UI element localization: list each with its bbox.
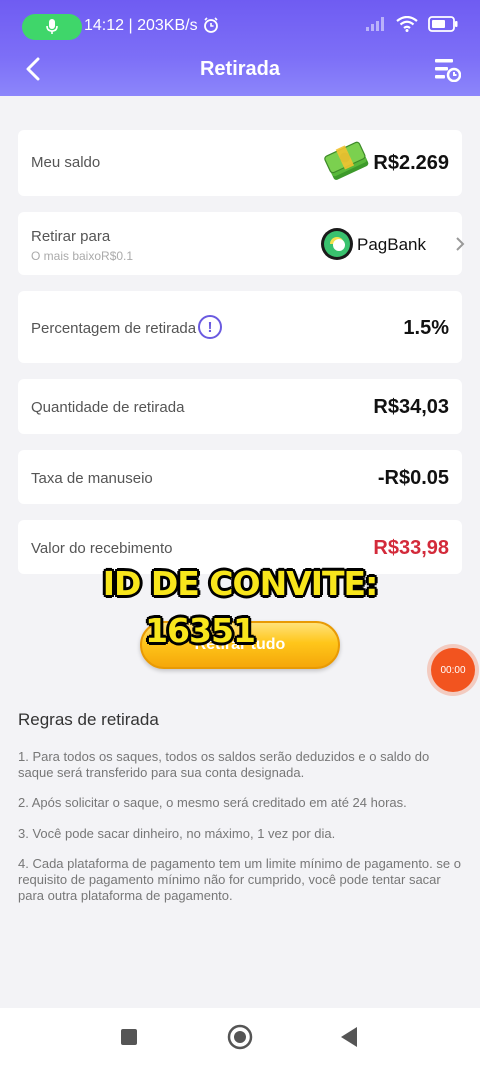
- records-icon: [435, 59, 461, 82]
- status-time: 14:12 | 203KB/s: [84, 17, 198, 34]
- fee-label: Taxa de manuseio: [31, 470, 153, 487]
- triangle-back-icon: [341, 1027, 357, 1047]
- pagbank-logo-icon: [320, 227, 354, 266]
- withdraw-to-label: Retirar para: [31, 228, 111, 245]
- withdraw-content: Meu saldo R$2.269 Retirar para O mais ba…: [0, 96, 480, 1008]
- recent-apps-button[interactable]: [120, 1028, 138, 1051]
- withdraw-history-button[interactable]: [432, 54, 462, 84]
- back-nav-button[interactable]: [340, 1026, 358, 1053]
- fee-value: -R$0.05: [377, 467, 449, 489]
- invite-id-overlay-title: ID DE CONVITE:: [102, 564, 379, 603]
- square-icon: [121, 1029, 137, 1045]
- wifi-icon: [396, 16, 418, 32]
- provider-name: PagBank: [357, 235, 426, 254]
- app-header: 14:12 | 203KB/s Retirada: [0, 0, 480, 96]
- quantity-value: R$34,03: [373, 396, 449, 418]
- rules-title: Regras de retirada: [18, 710, 159, 729]
- mic-indicator: [22, 14, 82, 40]
- quantity-label: Quantidade de retirada: [31, 399, 185, 416]
- fee-card: Taxa de manuseio -R$0.05: [18, 450, 462, 504]
- system-navigation-bar: [0, 1008, 480, 1066]
- rule-item: 2. Após solicitar o saque, o mesmo será …: [18, 795, 407, 810]
- microphone-icon: [46, 19, 58, 34]
- invite-id-overlay-code: 16351: [145, 611, 256, 650]
- balance-card: Meu saldo R$2.269: [18, 130, 462, 196]
- signal-icon: [366, 17, 384, 31]
- received-value: R$33,98: [373, 537, 449, 559]
- percentage-label: Percentagem de retirada: [31, 320, 197, 337]
- rule-item: 1. Para todos os saques, todos os saldos…: [18, 749, 430, 780]
- received-label: Valor do recebimento: [31, 540, 173, 557]
- battery-icon: [428, 16, 458, 32]
- page-title: Retirada: [199, 58, 281, 80]
- quantity-card: Quantidade de retirada R$34,03: [18, 379, 462, 434]
- withdraw-to-card[interactable]: Retirar para O mais baixoR$0.1 PagBank: [18, 212, 465, 275]
- rule-item: 3. Você pode sacar dinheiro, no máximo, …: [18, 826, 336, 841]
- money-stack-icon: [324, 140, 370, 189]
- balance-value: R$2.269: [373, 152, 449, 174]
- chevron-right-icon: [455, 236, 465, 257]
- rule-item: 4. Cada plataforma de pagamento tem um l…: [18, 856, 461, 903]
- screen-record-button[interactable]: 00:00: [431, 648, 475, 692]
- percentage-value: 1.5%: [403, 317, 449, 339]
- alarm-icon: [203, 17, 219, 38]
- nav-bar: Retirada: [0, 48, 480, 92]
- percentage-card: Percentagem de retirada ! 1.5%: [18, 291, 462, 363]
- balance-label: Meu saldo: [31, 154, 101, 171]
- minimum-amount-label: O mais baixoR$0.1: [31, 249, 134, 263]
- status-bar: 14:12 | 203KB/s: [0, 0, 480, 54]
- home-button[interactable]: [227, 1024, 253, 1055]
- circle-icon: [227, 1024, 253, 1050]
- info-icon[interactable]: !: [198, 315, 222, 339]
